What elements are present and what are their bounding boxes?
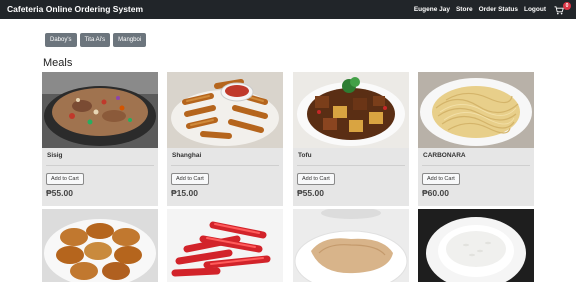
top-navbar: Cafeteria Online Ordering System Eugene … xyxy=(0,0,576,19)
meal-price: ₱60.00 xyxy=(422,188,449,198)
meal-photo-pork-chop xyxy=(293,209,409,282)
card-divider xyxy=(297,165,405,166)
cart-count-badge: 0 xyxy=(563,1,571,10)
meal-name: CARBONARA xyxy=(423,152,466,159)
meal-photo-carbonara xyxy=(418,72,534,148)
meal-price: ₱55.00 xyxy=(46,188,73,198)
card-divider xyxy=(46,165,154,166)
store-button-tita-ais[interactable]: Tita Ai's xyxy=(79,33,111,47)
nav-logout-link[interactable]: Logout xyxy=(524,6,546,13)
add-to-cart-button[interactable]: Add to Cart xyxy=(171,173,209,185)
add-to-cart-button[interactable]: Add to Cart xyxy=(46,173,84,185)
brand-title[interactable]: Cafeteria Online Ordering System xyxy=(7,4,143,14)
store-button-daboys[interactable]: Daboy's xyxy=(45,33,77,47)
meal-card-carbonara: CARBONARA Add to Cart ₱60.00 xyxy=(418,72,534,206)
meal-name: Tofu xyxy=(298,152,312,159)
cart-button[interactable]: 0 xyxy=(554,1,571,16)
card-divider xyxy=(171,165,279,166)
meal-photo-sisig xyxy=(42,72,158,148)
section-title-meals: Meals xyxy=(43,57,73,69)
nav-user-name[interactable]: Eugene Jay xyxy=(414,6,450,13)
nav-store-link[interactable]: Store xyxy=(456,6,473,13)
meal-name: Sisig xyxy=(47,152,63,159)
meal-photo-shanghai xyxy=(167,72,283,148)
meal-photo-rice xyxy=(418,209,534,282)
store-button-mangboi[interactable]: Mangboi xyxy=(113,33,147,47)
nav-links: Eugene Jay Store Order Status Logout 0 xyxy=(408,0,571,19)
meal-card-tofu: Tofu Add to Cart ₱55.00 xyxy=(293,72,409,206)
add-to-cart-button[interactable]: Add to Cart xyxy=(297,173,335,185)
store-filter-buttons: Daboy's Tita Ai's Mangboi xyxy=(45,33,147,47)
meal-card-sisig: Sisig Add to Cart ₱55.00 xyxy=(42,72,158,206)
card-divider xyxy=(422,165,530,166)
meal-photo-hotdog xyxy=(167,209,283,282)
nav-order-status-link[interactable]: Order Status xyxy=(479,6,518,13)
meal-price: ₱55.00 xyxy=(297,188,324,198)
meal-name: Shanghai xyxy=(172,152,202,159)
meal-price: ₱15.00 xyxy=(171,188,198,198)
meal-card-shanghai: Shanghai Add to Cart ₱15.00 xyxy=(167,72,283,206)
meal-photo-tofu xyxy=(293,72,409,148)
add-to-cart-button[interactable]: Add to Cart xyxy=(422,173,460,185)
meal-photo-fried-chicken xyxy=(42,209,158,282)
